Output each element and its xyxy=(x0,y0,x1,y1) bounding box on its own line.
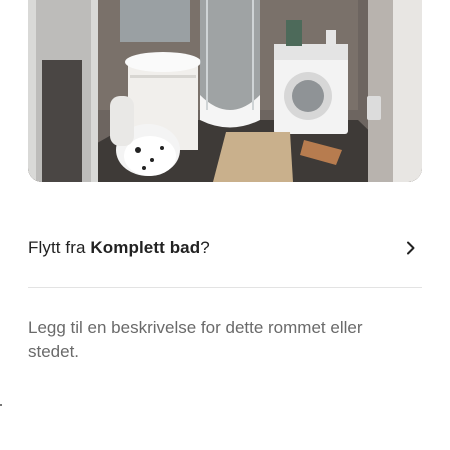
chevron-right-icon xyxy=(407,241,415,255)
move-from-label: Flytt fra Komplett bad? xyxy=(28,238,210,258)
description-input[interactable]: Legg til en beskrivelse for dette rommet… xyxy=(28,316,388,364)
move-suffix: ? xyxy=(200,238,210,257)
bathroom-photo-image xyxy=(28,0,422,182)
move-prefix: Flytt fra xyxy=(28,238,86,257)
edge-mark xyxy=(0,404,2,406)
room-photo[interactable] xyxy=(28,0,422,182)
move-from-room-row[interactable]: Flytt fra Komplett bad? xyxy=(28,232,422,264)
room-name: Komplett bad xyxy=(90,238,201,257)
divider xyxy=(28,287,422,288)
